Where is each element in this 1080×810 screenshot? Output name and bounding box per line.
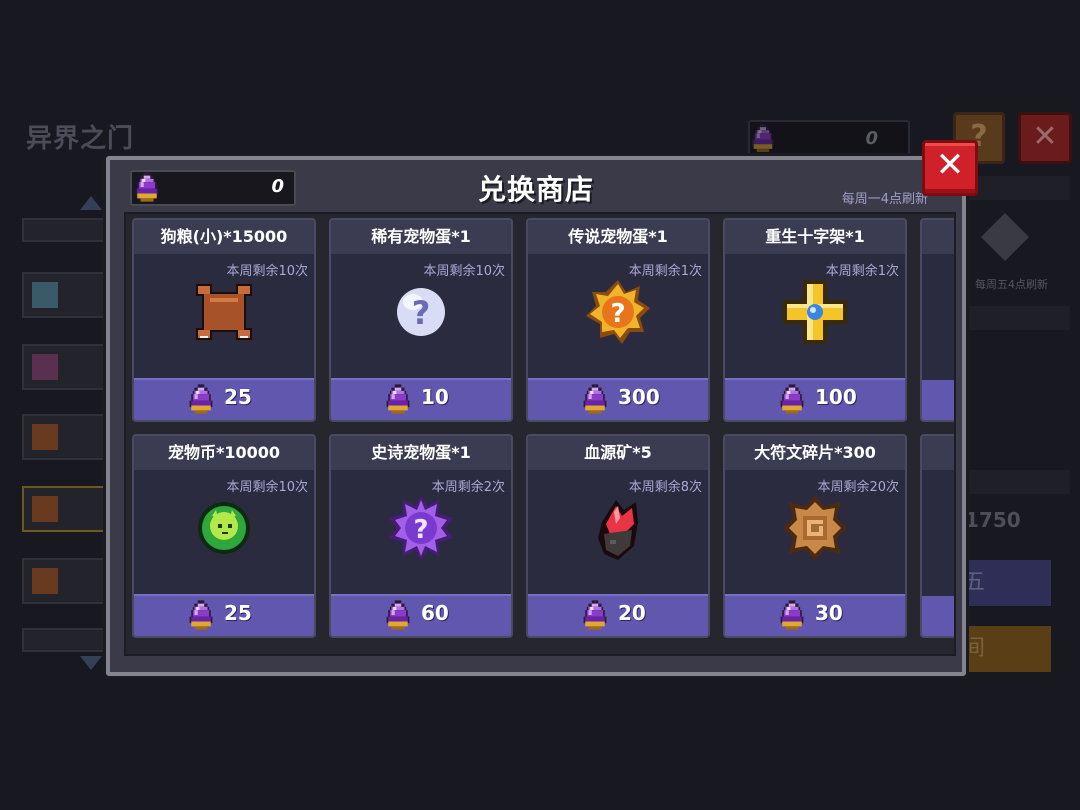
- item-price: 30: [815, 601, 843, 625]
- gem-icon: [385, 384, 411, 414]
- sidebar-item[interactable]: [22, 628, 112, 652]
- item-limit: 本周剩余8次: [628, 480, 702, 495]
- gem-icon: [188, 384, 214, 414]
- sidebar-item[interactable]: [22, 558, 112, 604]
- sidebar-item[interactable]: [22, 218, 112, 242]
- item-name: 狗粮(小)*15000: [134, 220, 314, 254]
- background-number: 1750: [965, 508, 1021, 532]
- item-name: 传说宠物蛋*1: [528, 220, 708, 254]
- sidebar-item[interactable]: [22, 272, 112, 318]
- shop-item-card[interactable]: 狗粮(小)*15000 本周剩余10次 25: [132, 218, 316, 422]
- item-limit: 本周剩余2次: [431, 480, 505, 495]
- item-limit: 本周剩余10次: [226, 264, 308, 279]
- sidebar-item[interactable]: [22, 344, 112, 390]
- shop-item-card[interactable]: 传说宠物蛋*1 本周剩余1次 ? 300: [526, 218, 710, 422]
- shop-item-card[interactable]: 血源矿*5 本周剩余8次 20: [526, 434, 710, 638]
- background-button[interactable]: 间: [955, 626, 1051, 672]
- crystal-icon: [980, 212, 1030, 262]
- item-limit: 本周剩余10次: [226, 480, 308, 495]
- svg-text:?: ?: [413, 515, 428, 545]
- dialog-header: 0 兑换商店 每周一4点刷新: [110, 160, 962, 210]
- item-name: 史诗宠物蛋*1: [331, 436, 511, 470]
- gem-icon: [385, 600, 411, 630]
- sidebar-item[interactable]: [22, 414, 112, 460]
- shop-item-card[interactable]: 大符文碎片*300 本周剩余20次 30: [723, 434, 907, 638]
- rare-pet-egg-icon: ?: [393, 284, 449, 340]
- background-panel-strip: [960, 470, 1070, 494]
- shop-item-card-partial[interactable]: [920, 434, 954, 638]
- shop-item-grid[interactable]: 狗粮(小)*15000 本周剩余10次 25 稀有宠物蛋*1 本周剩余10次 ?…: [124, 212, 956, 656]
- item-limit: 本周剩余1次: [628, 264, 702, 279]
- close-button[interactable]: ✕: [922, 140, 978, 196]
- item-price-button[interactable]: 10: [331, 378, 511, 420]
- item-name: 血源矿*5: [528, 436, 708, 470]
- shop-item-card[interactable]: 重生十字架*1 本周剩余1次 100: [723, 218, 907, 422]
- item-name: 大符文碎片*300: [725, 436, 905, 470]
- shop-item-card-partial[interactable]: [920, 218, 954, 422]
- background-refresh-note: 每周五4点刷新: [975, 278, 1048, 291]
- item-price: 25: [224, 601, 252, 625]
- item-price-button[interactable]: 300: [528, 378, 708, 420]
- background-title: 异界之门: [26, 124, 135, 154]
- scroll-up-arrow-icon[interactable]: [80, 196, 102, 210]
- item-price: 10: [421, 385, 449, 409]
- item-limit: 本周剩余20次: [817, 480, 899, 495]
- item-name: 重生十字架*1: [725, 220, 905, 254]
- item-price: 25: [224, 385, 252, 409]
- gem-icon: [779, 600, 805, 630]
- svg-text:?: ?: [412, 294, 431, 332]
- legendary-pet-egg-icon: ?: [586, 280, 650, 344]
- shop-item-card[interactable]: 史诗宠物蛋*1 本周剩余2次 ? 60: [329, 434, 513, 638]
- background-currency-display: 0: [748, 120, 910, 158]
- background-close-button[interactable]: ✕: [1018, 112, 1072, 164]
- portal-icon: [32, 354, 58, 380]
- gem-icon: [582, 384, 608, 414]
- item-price: 300: [618, 385, 660, 409]
- rune-fragment-icon: [783, 496, 847, 560]
- item-name: 宠物币*10000: [134, 436, 314, 470]
- item-price: 20: [618, 601, 646, 625]
- item-limit: 本周剩余10次: [423, 264, 505, 279]
- item-price-button[interactable]: 30: [725, 594, 905, 636]
- item-price-button[interactable]: 60: [331, 594, 511, 636]
- item-price-button[interactable]: 100: [725, 378, 905, 420]
- item-price: 100: [815, 385, 857, 409]
- close-icon: ✕: [935, 145, 965, 185]
- refresh-note: 每周一4点刷新: [841, 192, 928, 207]
- portal-icon: [32, 496, 58, 522]
- item-price-button[interactable]: 25: [134, 378, 314, 420]
- background-currency-value: 0: [865, 128, 878, 149]
- dialog-title: 兑换商店: [477, 173, 594, 206]
- scroll-down-arrow-icon[interactable]: [80, 656, 102, 670]
- item-price-button[interactable]: 20: [528, 594, 708, 636]
- item-price: 60: [421, 601, 449, 625]
- item-price-button[interactable]: 25: [134, 594, 314, 636]
- item-limit: 本周剩余1次: [825, 264, 899, 279]
- sidebar-item-selected[interactable]: [22, 486, 112, 532]
- background-button[interactable]: 五: [955, 560, 1051, 606]
- background-panel-strip: [960, 306, 1070, 330]
- pet-coin-icon: [198, 502, 250, 554]
- gem-icon: [582, 600, 608, 630]
- gem-icon: [750, 124, 776, 152]
- portal-icon: [32, 282, 58, 308]
- epic-pet-egg-icon: ?: [389, 496, 453, 560]
- svg-text:?: ?: [610, 299, 625, 329]
- rebirth-cross-icon: [783, 280, 847, 344]
- portal-icon: [32, 568, 58, 594]
- shop-item-card[interactable]: 宠物币*10000 本周剩余10次 25: [132, 434, 316, 638]
- dog-food-icon: [196, 284, 252, 340]
- gem-icon: [779, 384, 805, 414]
- gem-icon: [188, 600, 214, 630]
- item-name: 稀有宠物蛋*1: [331, 220, 511, 254]
- blood-ore-icon: [598, 500, 638, 560]
- exchange-shop-dialog: 0 兑换商店 每周一4点刷新 狗粮(小)*15000 本周剩余10次 25 稀有…: [106, 156, 966, 676]
- shop-item-card[interactable]: 稀有宠物蛋*1 本周剩余10次 ? 10: [329, 218, 513, 422]
- portal-icon: [32, 424, 58, 450]
